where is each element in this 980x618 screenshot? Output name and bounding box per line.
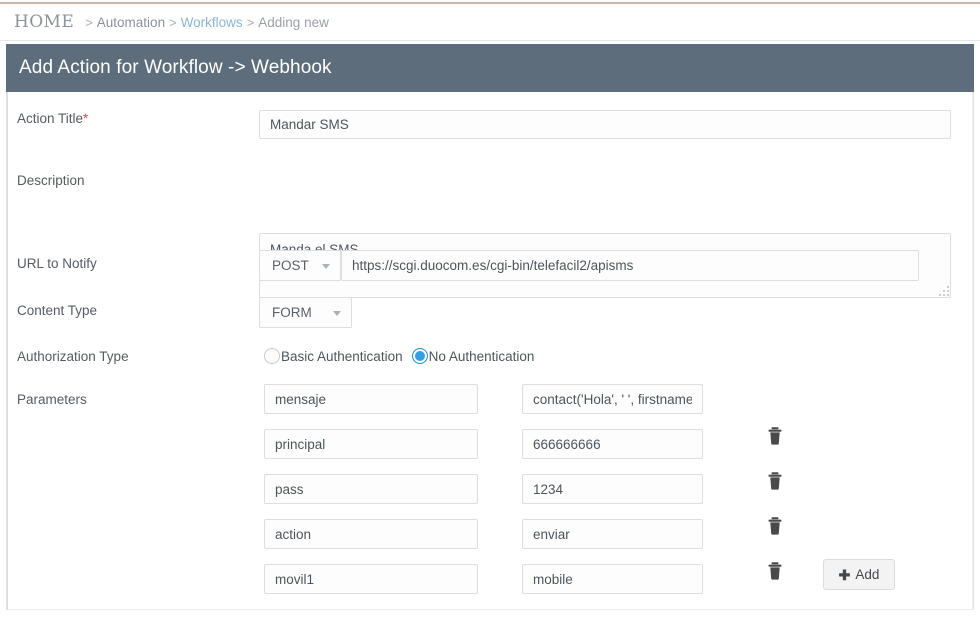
breadcrumb-item-adding-new: Adding new (258, 15, 329, 30)
breadcrumb-separator: > (247, 15, 255, 30)
label-action-title: Action Title* (17, 111, 88, 126)
parameter-value-input[interactable] (522, 519, 703, 549)
delete-parameter-icon[interactable] (766, 516, 784, 536)
row-url-to-notify: URL to Notify POST (8, 239, 974, 286)
parameter-key-input[interactable] (264, 564, 478, 594)
http-method-select[interactable]: POST (259, 250, 341, 281)
label-description: Description (17, 173, 85, 188)
breadcrumb-separator: > (169, 15, 177, 30)
page-title: Add Action for Workflow -> Webhook (19, 57, 332, 79)
label-authorization-type: Authorization Type (17, 349, 129, 364)
row-content-type: Content Type FORM (8, 286, 974, 332)
add-parameter-label: Add (855, 567, 879, 582)
parameter-value-input[interactable] (522, 474, 703, 504)
label-content-type: Content Type (17, 303, 97, 318)
parameter-value-input[interactable] (522, 429, 703, 459)
radio-label-no-authentication: No Authentication (429, 349, 535, 364)
radio-label-basic-authentication: Basic Authentication (281, 349, 403, 364)
plus-icon: ✚ (839, 568, 851, 582)
label-action-title-text: Action Title (17, 111, 83, 126)
action-title-input[interactable] (259, 110, 951, 139)
parameter-key-input[interactable] (264, 384, 478, 414)
breadcrumb-item-workflows[interactable]: Workflows (181, 15, 243, 30)
parameter-value-input[interactable] (522, 564, 703, 594)
radio-no-authentication[interactable]: No Authentication (412, 348, 535, 364)
radio-icon-unselected (264, 348, 280, 364)
radio-icon-selected (412, 348, 428, 364)
parameter-value-input[interactable] (522, 384, 703, 414)
authorization-type-radio-group: Basic Authentication No Authentication (264, 344, 543, 368)
delete-parameter-icon[interactable] (766, 471, 784, 491)
breadcrumb: HOME > Automation > Workflows > Adding n… (0, 4, 980, 41)
parameter-key-input[interactable] (264, 429, 478, 459)
breadcrumb-separator: > (85, 15, 93, 30)
parameter-key-input[interactable] (264, 474, 478, 504)
radio-basic-authentication[interactable]: Basic Authentication (264, 348, 403, 364)
label-parameters: Parameters (17, 392, 87, 407)
parameter-key-input[interactable] (264, 519, 478, 549)
required-asterisk: * (83, 111, 88, 126)
delete-parameter-icon[interactable] (766, 426, 784, 446)
row-action-title: Action Title* (8, 92, 974, 154)
add-parameter-button[interactable]: ✚ Add (823, 559, 895, 590)
page-root: HOME > Automation > Workflows > Adding n… (0, 0, 980, 618)
content-type-select[interactable]: FORM (259, 297, 352, 328)
form-body: Action Title* Description Manda el SMS (7, 92, 973, 610)
label-url-to-notify: URL to Notify (17, 256, 97, 271)
row-description: Description Manda el SMS (8, 154, 974, 239)
chevron-down-icon (333, 311, 341, 316)
row-parameters: Parameters (8, 378, 974, 610)
breadcrumb-item-automation[interactable]: Automation (97, 15, 165, 30)
delete-parameter-icon[interactable] (766, 561, 784, 581)
breadcrumb-home[interactable]: HOME (14, 12, 74, 32)
top-accent-highlight (0, 0, 980, 2)
row-authorization-type: Authorization Type Basic Authentication … (8, 332, 974, 378)
url-input[interactable] (341, 250, 919, 281)
chevron-down-icon (322, 264, 330, 269)
content-type-value: FORM (272, 305, 312, 320)
panel-header: Add Action for Workflow -> Webhook (6, 44, 974, 92)
http-method-value: POST (272, 258, 309, 273)
